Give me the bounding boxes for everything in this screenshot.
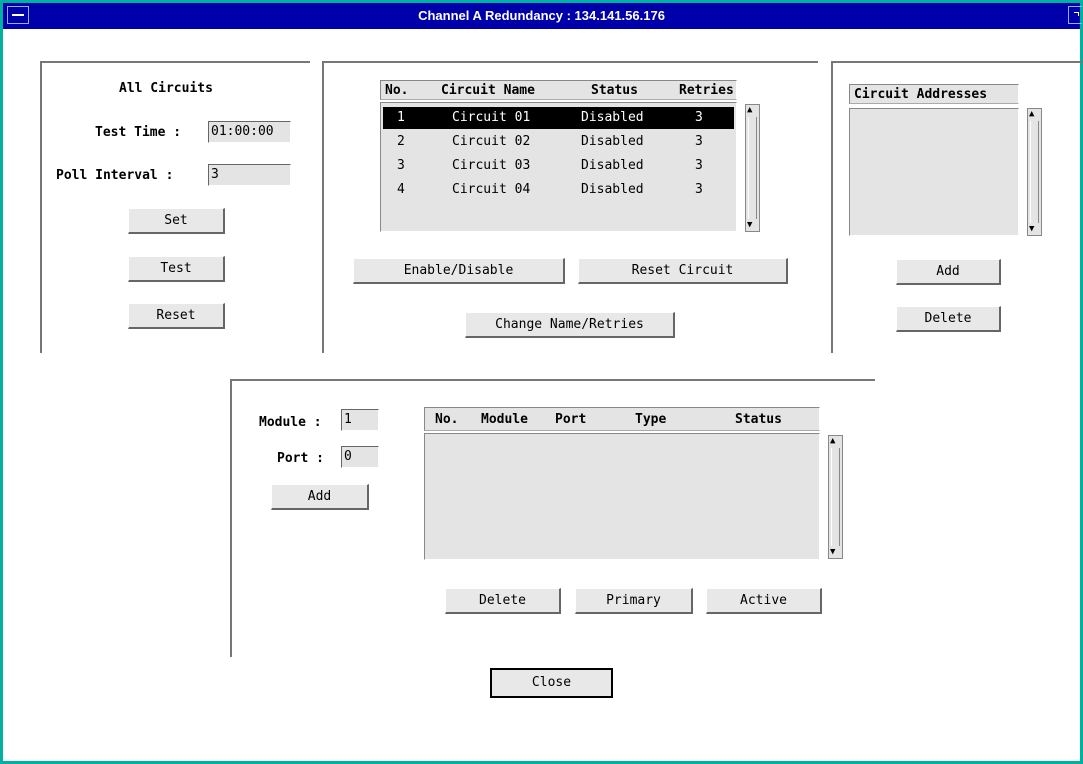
port-list-scrollbar[interactable]: ▲ ▼	[828, 435, 843, 559]
port-label: Port :	[277, 451, 324, 466]
list-item[interactable]: 3 Circuit 03 Disabled 3	[383, 155, 734, 177]
port-list-header: No. Module Port Type Status	[424, 407, 820, 431]
col-retries: Retries	[679, 83, 734, 98]
test-time-field[interactable]: 01:00:00	[208, 121, 291, 143]
scroll-down-icon[interactable]: ▼	[830, 548, 835, 557]
reset-button[interactable]: Reset	[128, 303, 225, 329]
addresses-scrollbar[interactable]: ▲ ▼	[1027, 108, 1042, 236]
module-field[interactable]: 1	[341, 409, 379, 431]
close-button[interactable]: Close	[490, 668, 613, 698]
maximize-icon[interactable]	[1068, 6, 1082, 24]
circuit-addresses-list[interactable]	[849, 108, 1019, 236]
circuit-list[interactable]: 1 Circuit 01 Disabled 3 2 Circuit 02 Dis…	[380, 102, 737, 232]
primary-button[interactable]: Primary	[575, 588, 693, 614]
change-name-retries-button[interactable]: Change Name/Retries	[465, 312, 675, 338]
test-button[interactable]: Test	[128, 256, 225, 282]
circuit-addresses-heading: Circuit Addresses	[849, 84, 1019, 104]
circuit-list-scrollbar[interactable]: ▲ ▼	[745, 104, 760, 232]
poll-interval-label: Poll Interval :	[56, 168, 174, 183]
set-button[interactable]: Set	[128, 208, 225, 234]
col-status: Status	[591, 83, 638, 98]
title-bar[interactable]: Channel A Redundancy : 134.141.56.176	[3, 3, 1082, 29]
scroll-up-icon[interactable]: ▲	[747, 106, 752, 115]
delete-port-button[interactable]: Delete	[445, 588, 561, 614]
circuit-list-header: No. Circuit Name Status Retries	[380, 80, 737, 100]
scroll-down-icon[interactable]: ▼	[747, 221, 752, 230]
scroll-up-icon[interactable]: ▲	[1029, 110, 1034, 119]
col-module: Module	[481, 412, 528, 427]
col-port: Port	[555, 412, 587, 427]
reset-circuit-button[interactable]: Reset Circuit	[578, 258, 788, 284]
window-title: Channel A Redundancy : 134.141.56.176	[418, 8, 665, 23]
col-type: Type	[635, 412, 667, 427]
col-no: No.	[385, 83, 409, 98]
col-circuit-name: Circuit Name	[441, 83, 535, 98]
module-label: Module :	[259, 415, 322, 430]
poll-interval-field[interactable]: 3	[208, 164, 291, 186]
col-status: Status	[735, 412, 782, 427]
active-button[interactable]: Active	[706, 588, 822, 614]
enable-disable-button[interactable]: Enable/Disable	[353, 258, 565, 284]
channel-redundancy-window: Channel A Redundancy : 134.141.56.176 Al…	[0, 0, 1083, 764]
all-circuits-heading: All Circuits	[119, 81, 213, 96]
delete-address-button[interactable]: Delete	[896, 306, 1001, 332]
list-item[interactable]: 2 Circuit 02 Disabled 3	[383, 131, 734, 153]
scroll-up-icon[interactable]: ▲	[830, 437, 835, 446]
list-item[interactable]: 4 Circuit 04 Disabled 3	[383, 179, 734, 201]
list-item[interactable]: 1 Circuit 01 Disabled 3	[383, 107, 734, 129]
port-list[interactable]	[424, 433, 820, 560]
add-port-button[interactable]: Add	[271, 484, 369, 510]
scroll-down-icon[interactable]: ▼	[1029, 225, 1034, 234]
col-no: No.	[435, 412, 459, 427]
port-field[interactable]: 0	[341, 446, 379, 468]
test-time-label: Test Time :	[95, 125, 182, 140]
add-address-button[interactable]: Add	[896, 259, 1001, 285]
